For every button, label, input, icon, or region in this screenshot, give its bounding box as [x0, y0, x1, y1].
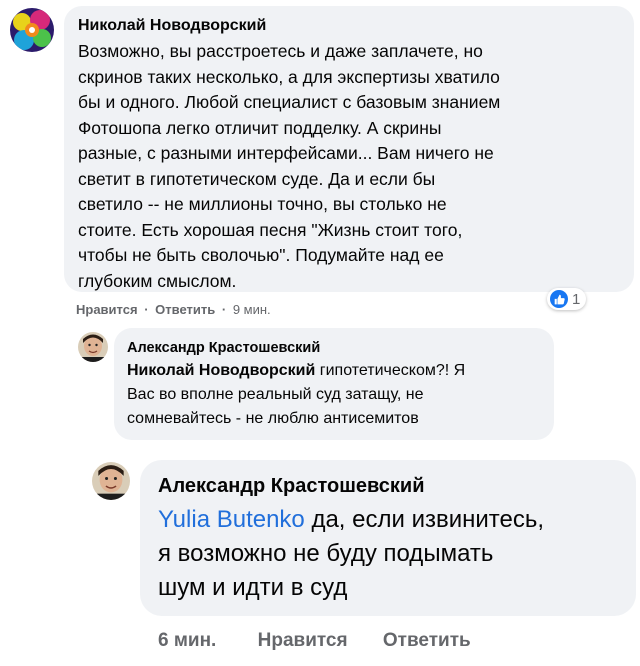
comment-text: Yulia Butenko да, если извинитесь, я воз…	[158, 503, 618, 605]
mention-link[interactable]: Yulia Butenko	[158, 506, 305, 533]
mention-link[interactable]: Николай Новодворский	[127, 362, 315, 379]
comment-3-bubble: Александр Крастошевский Yulia Butenko да…	[140, 460, 636, 616]
thumbs-up-icon	[550, 290, 568, 308]
avatar-alexandr[interactable]	[92, 462, 130, 500]
comment-line: Фотошопа легко отличит подделку. А скрин…	[78, 117, 442, 138]
timestamp[interactable]: 9 мин.	[233, 302, 271, 317]
comment-line: Yulia Butenko да, если извинитесь,	[158, 503, 618, 537]
comment-text-fragment: гипотетическом?! Я	[315, 362, 466, 379]
comment-line: сомневайтесь - не люблю антисемитов	[127, 410, 419, 427]
comment-line: разные, с разными интерфейсами... Вам ни…	[78, 143, 494, 163]
comment-2-bubble: Александр Крастошевский Николай Новодвор…	[114, 328, 554, 440]
comment-line: стоите. Есть хорошая песня "Жизнь стоит …	[78, 219, 463, 240]
avatar-nikolai[interactable]	[10, 8, 54, 52]
like-button[interactable]: Нравится	[258, 630, 348, 652]
comment-author[interactable]: Александр Крастошевский	[127, 338, 541, 358]
comment-line: Возможно, вы расстроетесь и даже заплаче…	[78, 41, 483, 61]
comment-text: Возможно, вы расстроетесь и даже заплаче…	[78, 39, 620, 294]
reaction-badge[interactable]: 1	[547, 288, 587, 310]
comment-text: Николай Новодворский гипотетическом?! Я …	[127, 359, 541, 431]
separator-dot: ·	[221, 302, 227, 317]
comment-author[interactable]: Александр Крастошевский	[158, 472, 618, 500]
comment-line: я возможно не буду подымать	[158, 540, 494, 567]
comment-text-fragment: да, если извинитесь,	[304, 506, 545, 533]
comment-line: шум и идти в суд	[158, 574, 348, 601]
comment-line: глубоким смыслом.	[78, 270, 237, 291]
reaction-count: 1	[572, 290, 581, 308]
comment-line: светит в гипотетическом суде. Да и если …	[78, 168, 436, 189]
comment-line: Вас во вполне реальный суд затащу, не	[127, 386, 424, 403]
comment-author[interactable]: Николай Новодворский	[78, 15, 620, 37]
comment-line: бы и одного. Любой специалист с базовым …	[78, 92, 501, 112]
like-button[interactable]: Нравится	[76, 302, 138, 317]
comment-1-bubble: Николай Новодворский Возможно, вы расстр…	[64, 6, 634, 292]
comment-line: Николай Новодворский гипотетическом?! Я	[127, 359, 541, 383]
comment-1-actions: Нравится · Ответить · 9 мин.	[76, 302, 271, 317]
separator-dot: ·	[144, 302, 149, 317]
avatar-image	[10, 8, 54, 52]
comment-line: скринов таких несколько, а для экспертиз…	[78, 66, 500, 87]
comment-line: светило -- не миллионы точно, вы столько…	[78, 194, 447, 214]
timestamp[interactable]: 6 мин.	[158, 630, 216, 652]
avatar-image	[78, 332, 108, 362]
comment-line: чтобы не быть сволочью". Подумайте над е…	[78, 245, 444, 265]
avatar-alexandr[interactable]	[78, 332, 108, 362]
avatar-image	[92, 462, 130, 500]
reply-button[interactable]: Ответить	[155, 302, 215, 317]
comment-3-actions: 6 мин. Нравится Ответить	[158, 630, 471, 652]
reply-button[interactable]: Ответить	[383, 630, 471, 652]
